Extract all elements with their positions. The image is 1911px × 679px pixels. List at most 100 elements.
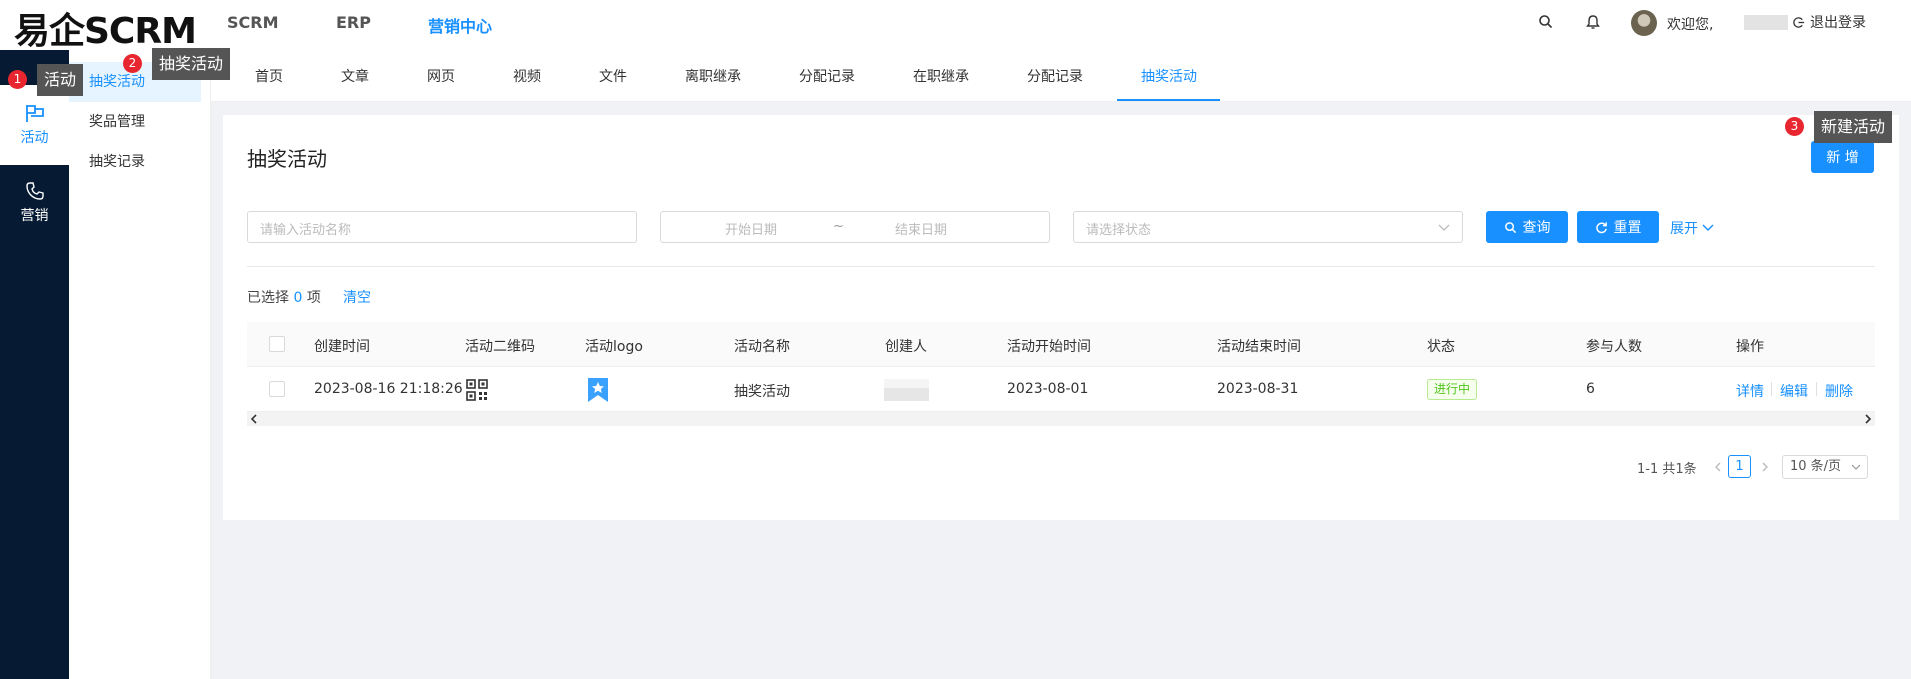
tab-resignation-inherit[interactable]: 离职继承 — [685, 66, 741, 86]
tab-assign-records-1[interactable]: 分配记录 — [799, 66, 855, 86]
annotation-badge-1: 1 — [8, 70, 27, 89]
topnav-erp[interactable]: ERP — [336, 13, 371, 32]
activity-name-placeholder: 请输入活动名称 — [260, 223, 352, 238]
tab-lottery[interactable]: 抽奖活动 — [1141, 66, 1197, 86]
annotation-tooltip-1: 活动 — [37, 64, 84, 96]
page-size-select[interactable]: 10 条/页 — [1782, 455, 1868, 479]
main-card: 抽奖活动 新 增 请输入活动名称 开始日期 ~ 结束日期 请选择状态 查询 重置… — [223, 115, 1899, 520]
brand-logo: 易企SCRM — [14, 11, 197, 52]
select-all-checkbox[interactable] — [269, 336, 285, 352]
new-button[interactable]: 新 增 — [1811, 141, 1874, 173]
col-status: 状态 — [1427, 339, 1455, 355]
submenu-item-prizes[interactable]: 奖品管理 — [69, 102, 201, 142]
tab-home[interactable]: 首页 — [255, 66, 283, 86]
leftnav-item-activity[interactable]: 活动 — [0, 85, 69, 165]
cell-end-time: 2023-08-31 — [1217, 381, 1299, 397]
username-redacted — [1744, 15, 1788, 30]
selection-count: 0 — [293, 290, 303, 306]
delete-link[interactable]: 删除 — [1825, 381, 1853, 401]
refresh-icon — [1595, 221, 1607, 233]
status-placeholder: 请选择状态 — [1086, 223, 1152, 238]
tab-video[interactable]: 视频 — [513, 66, 541, 86]
status-badge: 进行中 — [1427, 379, 1478, 400]
clear-selection-link[interactable]: 清空 — [343, 287, 371, 307]
end-date-placeholder: 结束日期 — [895, 223, 948, 238]
prev-page-icon[interactable] — [1713, 461, 1723, 473]
start-date-placeholder: 开始日期 — [725, 223, 778, 238]
cell-created-time: 2023-08-16 21:18:26 — [314, 381, 463, 397]
selection-prefix: 已选择 — [247, 290, 289, 306]
welcome-text: 欢迎您, — [1667, 17, 1714, 33]
selection-suffix: 项 — [306, 290, 321, 306]
table-header: 创建时间 活动二维码 活动logo 活动名称 创建人 活动开始时间 活动结束时间… — [247, 322, 1875, 367]
page-number-current[interactable]: 1 — [1728, 455, 1751, 478]
logout-button[interactable]: 退出登录 — [1792, 12, 1866, 32]
activity-logo-image — [588, 378, 608, 402]
topnav-scrm[interactable]: SCRM — [227, 13, 279, 32]
horizontal-scrollbar[interactable] — [247, 412, 1875, 426]
tab-webpage[interactable]: 网页 — [427, 66, 455, 86]
detail-link[interactable]: 详情 — [1736, 381, 1764, 401]
flag-icon — [25, 105, 44, 122]
col-creator: 创建人 — [885, 339, 927, 355]
cell-start-time: 2023-08-01 — [1007, 381, 1089, 397]
action-separator — [1771, 382, 1772, 396]
col-logo: 活动logo — [585, 339, 643, 355]
divider — [247, 266, 1875, 267]
chevron-down-icon — [1851, 464, 1861, 470]
col-start-time: 活动开始时间 — [1007, 339, 1091, 355]
activity-name-input[interactable]: 请输入活动名称 — [247, 211, 637, 243]
scroll-right-icon[interactable] — [1863, 414, 1873, 424]
action-separator — [1816, 382, 1817, 396]
top-header: 易企SCRM SCRM ERP 营销中心 欢迎您, 退出登录 — [0, 0, 1911, 52]
avatar[interactable] — [1631, 10, 1657, 36]
leftnav-item-marketing[interactable]: 营销 — [0, 163, 69, 243]
submenu-item-lottery-records[interactable]: 抽奖记录 — [69, 142, 201, 182]
qr-code-icon[interactable] — [466, 379, 488, 401]
annotation-tooltip-3: 新建活动 — [1814, 111, 1893, 143]
logout-label: 退出登录 — [1810, 15, 1866, 31]
logout-icon — [1793, 16, 1805, 28]
tab-article[interactable]: 文章 — [341, 66, 369, 86]
topnav-marketing-center[interactable]: 营销中心 — [428, 13, 492, 37]
creator-redacted — [884, 379, 929, 401]
selection-info: 已选择 0 项 — [247, 287, 321, 307]
table-row: 2023-08-16 21:18:26 抽奖活动 2023-08-01 2023… — [247, 367, 1875, 412]
status-select[interactable]: 请选择状态 — [1073, 211, 1463, 243]
active-tab-indicator — [1117, 99, 1220, 101]
edit-link[interactable]: 编辑 — [1780, 381, 1808, 401]
chevron-down-icon — [1438, 224, 1450, 231]
col-end-time: 活动结束时间 — [1217, 339, 1301, 355]
col-qr-code: 活动二维码 — [465, 339, 535, 355]
leftnav-label-marketing: 营销 — [20, 208, 49, 224]
submenu: 抽奖活动 奖品管理 抽奖记录 — [69, 50, 211, 679]
expand-label: 展开 — [1670, 221, 1698, 237]
phone-icon — [25, 182, 44, 200]
tab-file[interactable]: 文件 — [599, 66, 627, 86]
col-participants: 参与人数 — [1586, 339, 1642, 355]
row-checkbox[interactable] — [269, 381, 285, 397]
bell-icon[interactable] — [1584, 13, 1602, 31]
cell-participants: 6 — [1586, 381, 1595, 397]
date-range-picker[interactable]: 开始日期 ~ 结束日期 — [660, 211, 1050, 243]
query-button[interactable]: 查询 — [1486, 211, 1568, 243]
annotation-tooltip-2: 抽奖活动 — [152, 48, 231, 80]
chevron-down-icon — [1702, 224, 1714, 231]
page-title: 抽奖活动 — [247, 147, 327, 171]
pagination-total: 1-1 共1条 — [1637, 462, 1697, 477]
tab-assign-records-2[interactable]: 分配记录 — [1027, 66, 1083, 86]
tab-onjob-inherit[interactable]: 在职继承 — [913, 66, 969, 86]
next-page-icon[interactable] — [1760, 461, 1770, 473]
page-size-label: 10 条/页 — [1790, 459, 1842, 474]
annotation-badge-2: 2 — [123, 54, 142, 73]
scroll-left-icon[interactable] — [249, 414, 259, 424]
cell-activity-name: 抽奖活动 — [734, 384, 790, 400]
col-activity-name: 活动名称 — [734, 339, 790, 355]
reset-button[interactable]: 重置 — [1577, 211, 1659, 243]
left-nav: 活动 营销 — [0, 50, 69, 679]
search-icon[interactable] — [1537, 13, 1555, 31]
col-actions: 操作 — [1736, 339, 1764, 355]
expand-toggle[interactable]: 展开 — [1670, 218, 1714, 238]
tab-bar: 首页 文章 网页 视频 文件 离职继承 分配记录 在职继承 分配记录 抽奖活动 — [211, 50, 1911, 102]
query-label: 查询 — [1522, 220, 1551, 236]
